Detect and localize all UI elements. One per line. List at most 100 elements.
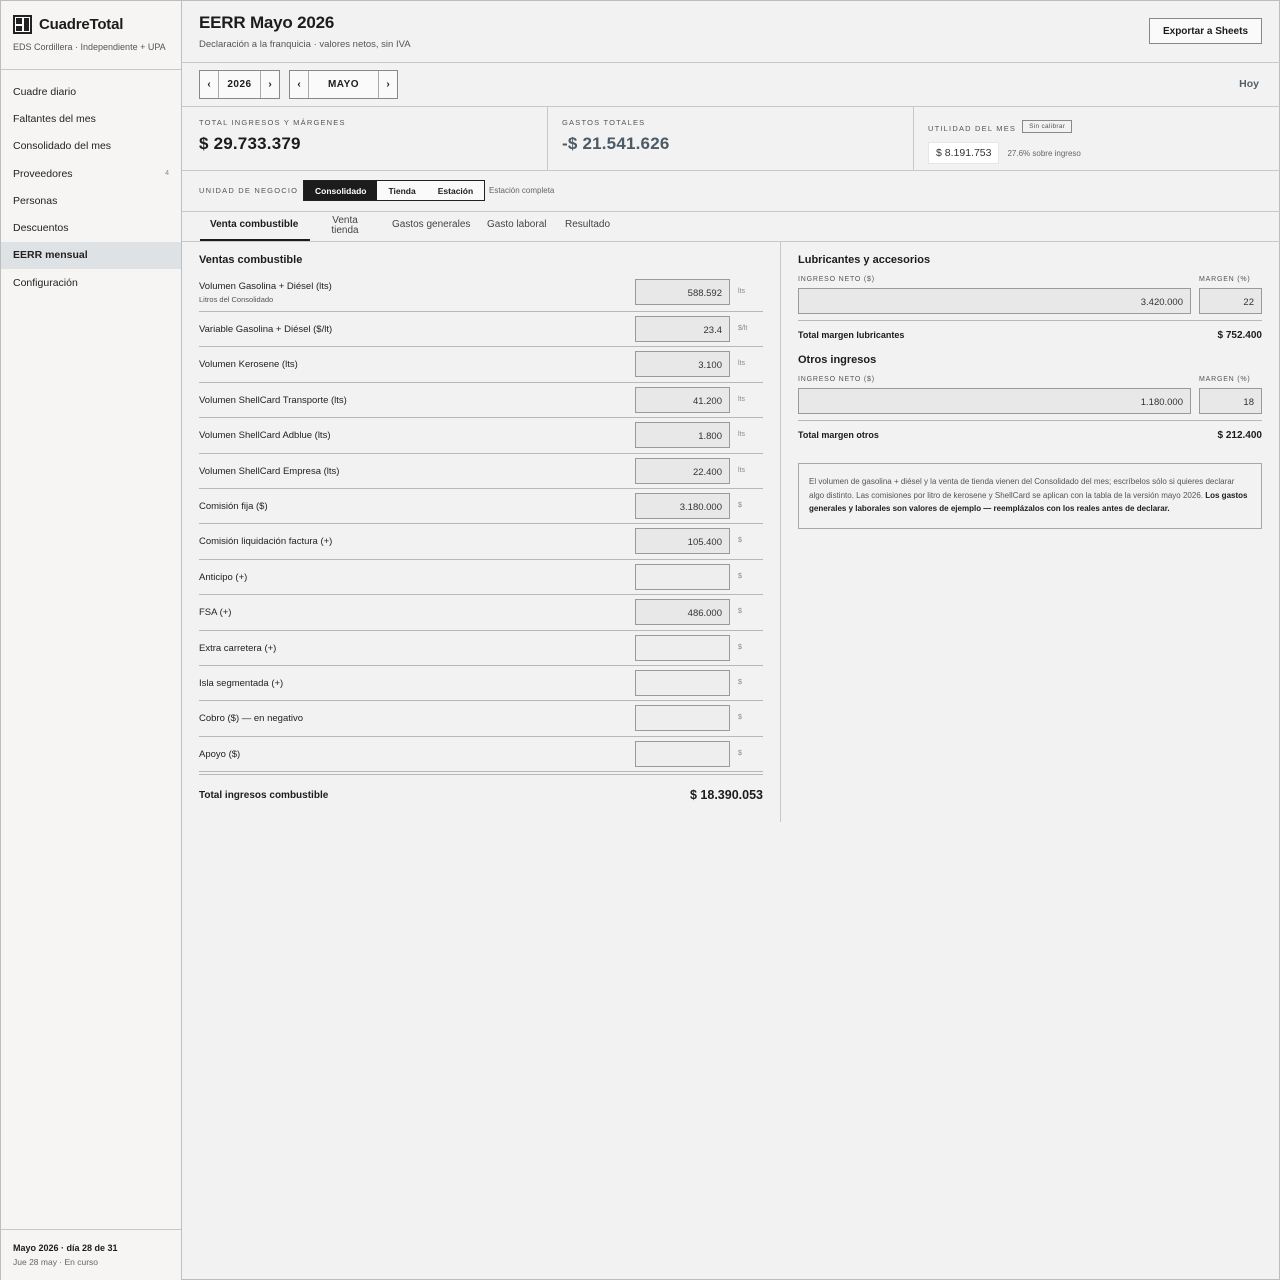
income-head: Ingreso neto ($) [798,376,875,383]
logo-icon [13,15,32,34]
kpi-value: $ 29.733.379 [199,134,301,153]
invoice-commission-field[interactable]: 105.400 [635,528,730,555]
volume-kerosene-field[interactable]: 3.100 [635,351,730,378]
sidebar: CuadreTotal EDS Cordillera · Independien… [1,1,182,1280]
sidebar-item-descuentos[interactable]: Descuentos [1,214,181,241]
prev-month-button[interactable]: ‹ [290,71,309,98]
lubricants-margin-field[interactable]: 22 [1199,288,1262,314]
volume-shellcard-transporte-field[interactable]: 41.200 [635,386,730,413]
total-label: Total ingresos combustible [199,790,329,802]
volume-shellcard-adblue-field[interactable]: 1.800 [635,422,730,449]
variable-gasoline-diesel-field[interactable]: 23.4 [635,316,730,342]
lubricants-income-field[interactable]: 3.420.000 [798,288,1191,314]
page-header: EERR Mayo 2026 Declaración a la franquic… [182,1,1280,63]
advance-field[interactable] [635,563,730,590]
segmented-island-field[interactable] [635,669,730,696]
volume-gasoline-diesel-field[interactable]: 588.592 [635,279,730,305]
tab-venta-combustible[interactable]: Venta combustible [210,220,298,230]
unit-label: $ [738,678,742,686]
current-period: Mayo 2026 · día 28 de 31 [13,1243,118,1253]
kpi-total-income: Total ingresos y márgenes $ 29.733.379 [182,107,548,170]
sidebar-item-cuadre-diario[interactable]: Cuadre diario [1,78,181,105]
kpi-value: -$ 21.541.626 [562,134,670,153]
next-month-button[interactable]: › [378,71,397,98]
charge-field[interactable] [635,705,730,732]
kpi-strip: Total ingresos y márgenes $ 29.733.379 G… [182,107,1280,171]
unit-label: lts [738,395,745,403]
sidebar-item-personas[interactable]: Personas [1,187,181,214]
tab-gastos-generales[interactable]: Gastos generales [392,220,470,230]
sidebar-item-label: Proveedores [13,167,73,180]
sidebar-item-eerr-mensual[interactable]: EERR mensual [1,241,181,270]
row-label: Comisión liquidación factura (+) [199,536,333,548]
volume-shellcard-empresa-field[interactable]: 22.400 [635,457,730,484]
sidebar-item-faltantes[interactable]: Faltantes del mes [1,105,181,132]
other-margin-field[interactable]: 18 [1199,388,1262,414]
tab-resultado[interactable]: Resultado [565,220,610,230]
section-title: Lubricantes y accesorios [798,254,931,266]
sidebar-item-label: Cuadre diario [13,85,77,98]
fsa-field[interactable]: 486.000 [635,599,730,626]
fixed-commission-field[interactable]: 3.180.000 [635,492,730,519]
form-row: Volumen Kerosene (lts) 3.100 lts [199,347,763,383]
row-sublabel: Litros del Consolidado [199,295,274,304]
month-value: MAYO [327,79,360,90]
unit-label: lts [738,288,745,295]
row-label: Variable Gasolina + Diésel ($/lt) [199,324,333,335]
year-value: 2026 [227,79,252,90]
main-panel: EERR Mayo 2026 Declaración a la franquic… [182,1,1280,1280]
tab-venta-tienda[interactable]: Venta tienda [329,216,361,236]
kpi-profit: Utilidad del mes Sin calibrar $ 8.191.753… [914,107,1280,170]
row-label: Cobro ($) — en negativo [199,713,304,725]
today-link[interactable]: Hoy [1239,78,1259,90]
support-field[interactable] [635,740,730,767]
sidebar-item-consolidado[interactable]: Consolidado del mes [1,133,181,160]
row-label: Volumen ShellCard Transporte (lts) [199,394,347,406]
income-head: Ingreso neto ($) [798,276,875,283]
business-unit-selector: Consolidado Tienda Estación [303,180,486,201]
profit-value: $ 8.191.753 [928,142,1000,164]
sidebar-item-proveedores[interactable]: Proveedores 4 [1,160,181,187]
tab-gasto-laboral[interactable]: Gasto laboral [487,220,546,230]
kpi-total-expenses: Gastos totales -$ 21.541.626 [548,107,914,170]
year-stepper: ‹ 2026 › [199,70,280,99]
form-row: Anticipo (+) $ [199,560,763,596]
unit-option-estacion[interactable]: Estación [427,181,484,200]
form-row: Comisión liquidación factura (+) 105.400… [199,524,763,560]
next-year-button[interactable]: › [260,71,279,98]
sidebar-item-label: EERR mensual [13,249,88,262]
prev-year-button[interactable]: ‹ [200,71,219,98]
kpi-label: Total ingresos y márgenes [199,118,346,127]
field-headers: Ingreso neto ($) Margen (%) [798,376,1262,383]
other-income-field[interactable]: 1.180.000 [798,388,1191,414]
export-sheets-button[interactable]: Exportar a Sheets [1149,18,1262,44]
page-subtitle: Declaración a la franquicia · valores ne… [199,39,411,50]
total-value: $ 212.400 [1217,430,1263,441]
unit-label: $ [738,608,742,616]
sidebar-item-configuracion[interactable]: Configuración [1,269,181,296]
station-subtitle: EDS Cordillera · Independiente + UPA [13,42,166,52]
row-label: Extra carretera (+) [199,642,277,654]
row-label: Volumen ShellCard Empresa (lts) [199,465,340,477]
row-label: Anticipo (+) [199,571,248,583]
status-badge: Sin calibrar [1022,120,1073,134]
margin-head: Margen (%) [1199,276,1251,283]
unit-option-consolidado[interactable]: Consolidado [304,181,378,200]
other-total-row: Total margen otros $ 212.400 [798,420,1262,445]
extra-highway-field[interactable] [635,634,730,661]
section-title: Otros ingresos [798,354,877,366]
business-unit-label: Unidad de negocio [199,186,299,195]
brand: CuadreTotal EDS Cordillera · Independien… [1,1,181,70]
active-tab-indicator [200,239,310,241]
sidebar-item-label: Configuración [13,276,78,289]
other-income-section: Lubricantes y accesorios Ingreso neto ($… [798,242,1262,529]
kpi-label: Utilidad del mes [928,124,1017,133]
unit-label: $ [738,749,742,757]
field-pair: 1.180.000 18 [798,388,1262,414]
unit-option-tienda[interactable]: Tienda [377,181,426,200]
form-row: Isla segmentada (+) $ [199,666,763,702]
form-row: Extra carretera (+) $ [199,631,763,666]
kpi-label: Gastos totales [562,118,646,127]
form-row: Variable Gasolina + Diésel ($/lt) 23.4 $… [199,312,763,348]
total-value: $ 752.400 [1217,330,1263,341]
